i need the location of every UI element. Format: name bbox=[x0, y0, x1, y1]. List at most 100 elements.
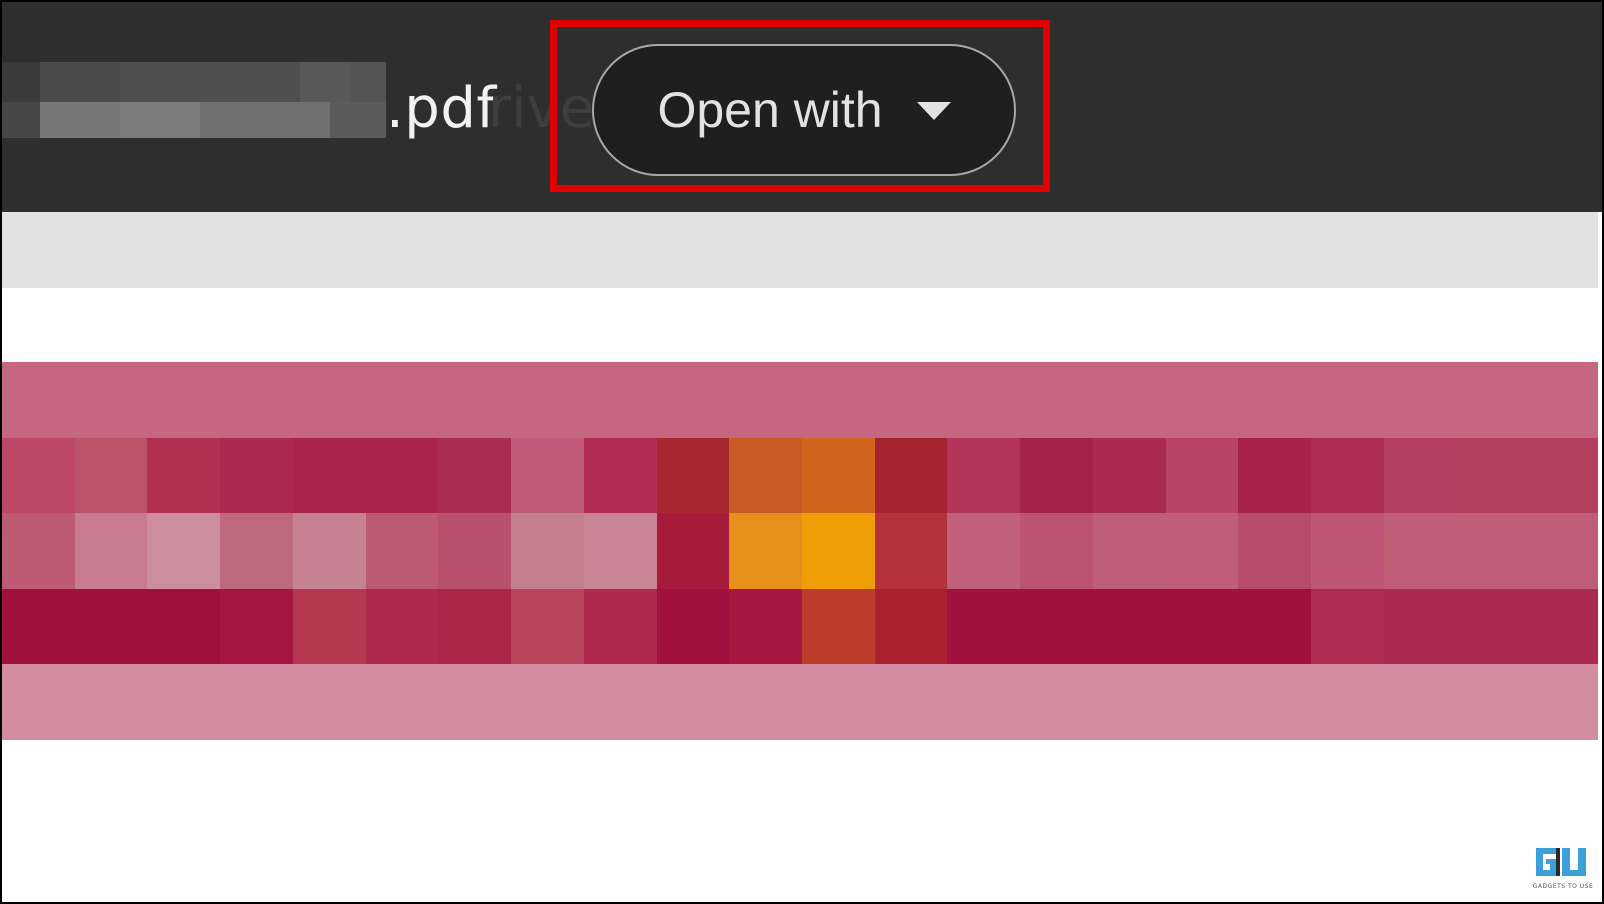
mosaic-cell bbox=[947, 588, 1021, 665]
mosaic-cell bbox=[2, 513, 75, 590]
mosaic-cell bbox=[1020, 362, 1094, 438]
mosaic-cell bbox=[802, 437, 875, 514]
mosaic-cell bbox=[1456, 664, 1530, 741]
mosaic-cell bbox=[1165, 362, 1239, 438]
mosaic-cell bbox=[1165, 664, 1239, 741]
mosaic-cell bbox=[874, 588, 948, 665]
mosaic-cell bbox=[583, 588, 657, 665]
scrollbar-edge bbox=[1598, 212, 1602, 902]
mosaic-cell bbox=[438, 513, 512, 590]
mosaic-cell bbox=[1311, 588, 1385, 665]
watermark-caption: GADGETS TO USE bbox=[1532, 883, 1594, 890]
mosaic-cell bbox=[583, 362, 657, 438]
mosaic-cell bbox=[1383, 664, 1457, 741]
mosaic-cell bbox=[874, 362, 948, 438]
mosaic-cell bbox=[947, 437, 1021, 514]
mosaic-cell bbox=[511, 362, 585, 438]
redacted-document-content bbox=[2, 362, 1602, 741]
mosaic-cell bbox=[656, 513, 730, 590]
mosaic-cell bbox=[1238, 437, 1312, 514]
mosaic-cell bbox=[1383, 513, 1457, 590]
mosaic-cell bbox=[147, 588, 221, 665]
mosaic-cell bbox=[438, 437, 512, 514]
mosaic-cell bbox=[1092, 664, 1166, 741]
annotation-highlight-box bbox=[550, 20, 1050, 192]
mosaic-cell bbox=[220, 664, 294, 741]
mosaic-cell bbox=[1383, 588, 1457, 665]
mosaic-cell bbox=[656, 362, 730, 438]
mosaic-cell bbox=[147, 664, 221, 741]
mosaic-cell bbox=[729, 588, 803, 665]
mosaic-cell bbox=[1020, 513, 1094, 590]
mosaic-cell bbox=[1456, 513, 1530, 590]
mosaic-cell bbox=[365, 664, 439, 741]
mosaic-cell bbox=[147, 513, 221, 590]
mosaic-cell bbox=[1383, 437, 1457, 514]
mosaic-cell bbox=[947, 362, 1021, 438]
mosaic-cell bbox=[1238, 588, 1312, 665]
mosaic-cell bbox=[511, 437, 585, 514]
mosaic-cell bbox=[874, 437, 948, 514]
mosaic-cell bbox=[74, 513, 148, 590]
mosaic-cell bbox=[1165, 588, 1239, 665]
mosaic-cell bbox=[1020, 588, 1094, 665]
mosaic-cell bbox=[1238, 362, 1312, 438]
mosaic-cell bbox=[1456, 362, 1530, 438]
mosaic-cell bbox=[1529, 362, 1602, 438]
mosaic-cell bbox=[729, 664, 803, 741]
mosaic-cell bbox=[802, 513, 875, 590]
mosaic-cell bbox=[1311, 513, 1385, 590]
mosaic-cell bbox=[729, 362, 803, 438]
mosaic-cell bbox=[947, 513, 1021, 590]
mosaic-cell bbox=[365, 513, 439, 590]
mosaic-cell bbox=[1383, 362, 1457, 438]
mosaic-cell bbox=[365, 362, 439, 438]
mosaic-cell bbox=[802, 588, 875, 665]
mosaic-cell bbox=[802, 664, 875, 741]
gadgets-to-use-logo-icon bbox=[1532, 844, 1590, 880]
mosaic-cell bbox=[74, 437, 148, 514]
mosaic-cell bbox=[583, 437, 657, 514]
mosaic-cell bbox=[1529, 437, 1602, 514]
mosaic-cell bbox=[438, 362, 512, 438]
mosaic-cell bbox=[220, 437, 294, 514]
mosaic-cell bbox=[220, 513, 294, 590]
mosaic-cell bbox=[583, 513, 657, 590]
mosaic-cell bbox=[220, 362, 294, 438]
mosaic-cell bbox=[1092, 513, 1166, 590]
mosaic-cell bbox=[74, 362, 148, 438]
mosaic-cell bbox=[1529, 513, 1602, 590]
mosaic-cell bbox=[1311, 664, 1385, 741]
mosaic-cell bbox=[292, 664, 366, 741]
mosaic-cell bbox=[1238, 513, 1312, 590]
mosaic-cell bbox=[2, 664, 75, 741]
mosaic-cell bbox=[1020, 437, 1094, 514]
mosaic-cell bbox=[1456, 437, 1530, 514]
mosaic-cell bbox=[147, 437, 221, 514]
viewer-header: .pdf rive Open with bbox=[2, 2, 1602, 212]
mosaic-cell bbox=[511, 513, 585, 590]
mosaic-cell bbox=[729, 513, 803, 590]
mosaic-cell bbox=[802, 362, 875, 438]
mosaic-cell bbox=[1311, 362, 1385, 438]
document-toolbar-band bbox=[2, 212, 1602, 288]
mosaic-cell bbox=[1165, 437, 1239, 514]
mosaic-cell bbox=[2, 437, 75, 514]
watermark: GADGETS TO USE bbox=[1530, 842, 1596, 900]
mosaic-cell bbox=[1456, 588, 1530, 665]
mosaic-cell bbox=[947, 664, 1021, 741]
mosaic-cell bbox=[729, 437, 803, 514]
mosaic-cell bbox=[2, 362, 75, 438]
redacted-filename bbox=[2, 62, 386, 138]
mosaic-cell bbox=[147, 362, 221, 438]
mosaic-cell bbox=[365, 437, 439, 514]
mosaic-cell bbox=[656, 437, 730, 514]
mosaic-cell bbox=[1092, 588, 1166, 665]
mosaic-cell bbox=[2, 588, 75, 665]
mosaic-cell bbox=[1529, 588, 1602, 665]
mosaic-cell bbox=[874, 664, 948, 741]
mosaic-cell bbox=[511, 664, 585, 741]
mosaic-cell bbox=[1165, 513, 1239, 590]
mosaic-cell bbox=[1529, 664, 1602, 741]
mosaic-cell bbox=[1092, 437, 1166, 514]
